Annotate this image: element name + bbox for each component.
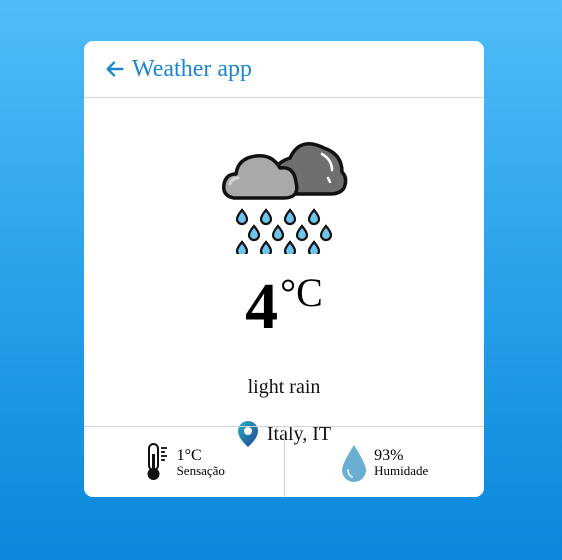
- humidity-label: Humidade: [374, 462, 429, 478]
- feels-like-label: Sensação: [176, 462, 225, 478]
- thermometer-icon: [147, 443, 167, 480]
- cloud-rain-icon: [221, 142, 348, 254]
- humidity-stat: 93% Humidade: [283, 427, 485, 497]
- weather-description: light rain: [247, 376, 321, 398]
- water-drop-icon: [342, 445, 367, 482]
- stats-footer: 1°C Sensação 93% Humidade: [84, 426, 484, 497]
- temperature-value: 4: [245, 270, 279, 343]
- humidity-value: 93%: [374, 446, 404, 464]
- weather-main: 4°C light rain Italy, IT: [84, 98, 484, 447]
- app-title: Weather app: [132, 55, 252, 82]
- temperature-unit: °C: [280, 270, 323, 315]
- weather-card: Weather app 4°C light rain Italy, IT 1°C…: [84, 41, 484, 497]
- arrow-left-icon[interactable]: [104, 58, 126, 80]
- temperature-display: 4°C: [84, 258, 484, 342]
- feels-like-value: 1°C: [176, 446, 202, 464]
- card-header: Weather app: [84, 41, 484, 98]
- feels-like-stat: 1°C Sensação: [84, 427, 284, 497]
